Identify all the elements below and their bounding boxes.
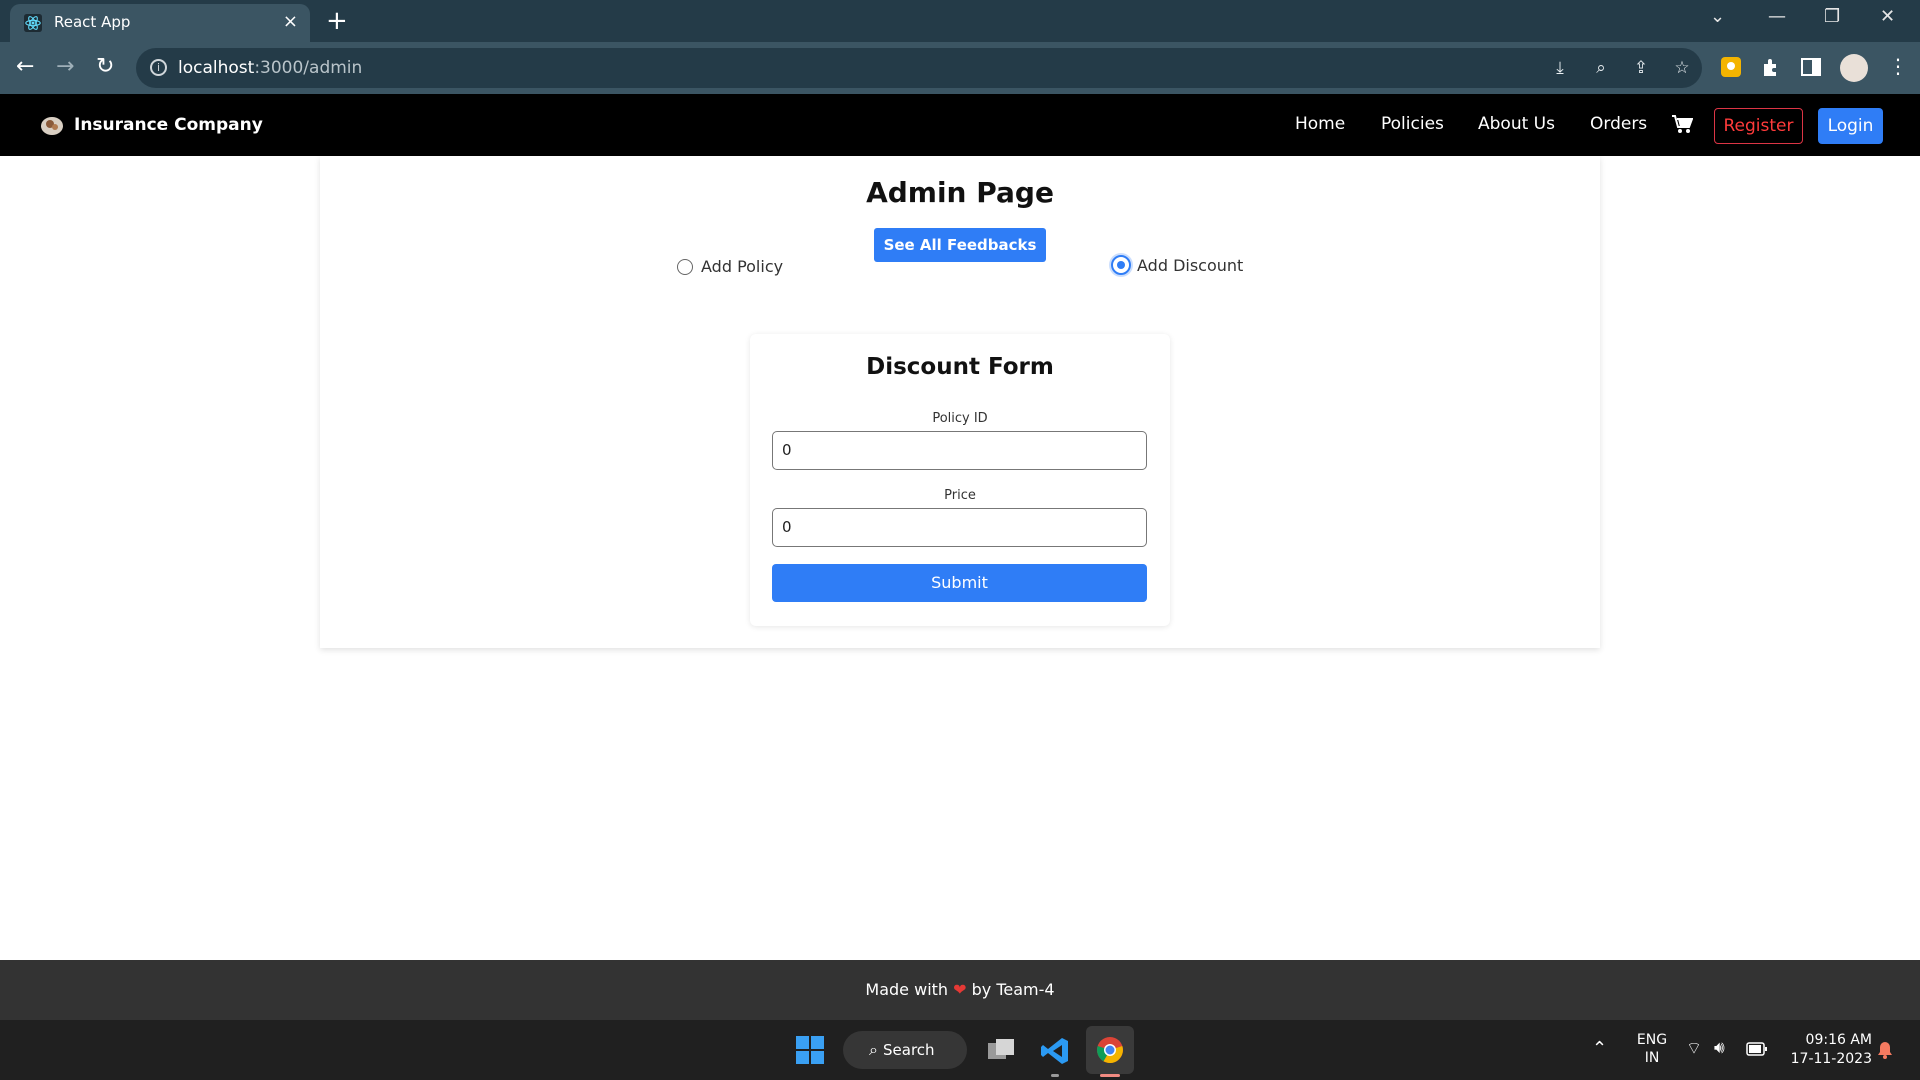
task-view-icon[interactable] — [986, 1037, 1016, 1063]
url-path: :3000/admin — [254, 58, 363, 78]
radio-add-discount-circle[interactable] — [1111, 255, 1131, 275]
clock[interactable]: 09:16 AM 17-11-2023 — [1780, 1031, 1872, 1069]
brand-logo-icon — [41, 117, 63, 135]
nav-orders[interactable]: Orders — [1590, 114, 1647, 134]
site-info-icon[interactable]: i — [150, 59, 167, 76]
share-icon[interactable]: ⇪ — [1631, 58, 1651, 78]
radio-add-discount[interactable]: Add Discount — [1111, 255, 1243, 275]
policy-id-input[interactable]: 0 — [772, 431, 1147, 470]
register-button[interactable]: Register — [1714, 108, 1803, 144]
browser-tab-bar: React App × + ⌄ — ❐ ✕ — [0, 0, 1920, 42]
nav-policies[interactable]: Policies — [1381, 114, 1444, 134]
url-text: localhost:3000/admin — [178, 58, 362, 78]
windows-start-icon[interactable] — [796, 1036, 824, 1064]
radio-add-policy-circle[interactable] — [677, 258, 693, 275]
side-panel-icon[interactable] — [1800, 56, 1822, 78]
os-taskbar: ⌕ Search ⌃ ENG IN ⌔ 🔊︎ 09:16 AM 17-11-20… — [0, 1020, 1920, 1080]
radio-add-policy-label: Add Policy — [701, 257, 784, 276]
window-close-icon[interactable]: ✕ — [1880, 6, 1895, 27]
new-tab-button[interactable]: + — [326, 6, 348, 36]
extensions-puzzle-icon[interactable] — [1760, 56, 1782, 78]
submit-button[interactable]: Submit — [772, 564, 1147, 602]
login-button[interactable]: Login — [1818, 108, 1883, 144]
footer: Made with ❤ by Team-4 — [0, 960, 1920, 1020]
zoom-icon[interactable]: ⌕ — [1591, 58, 1611, 78]
tab-search-icon[interactable]: ⌄ — [1710, 6, 1725, 27]
language-indicator[interactable]: ENG IN — [1634, 1031, 1670, 1067]
lang-top: ENG — [1636, 1032, 1668, 1048]
page-title: Admin Page — [866, 176, 1054, 209]
admin-card: Admin Page See All Feedbacks Add Policy … — [320, 156, 1600, 648]
install-icon[interactable]: ⤓ — [1550, 58, 1570, 78]
forward-icon[interactable]: → — [56, 54, 74, 79]
policy-id-label: Policy ID — [932, 411, 988, 426]
nav-home[interactable]: Home — [1295, 114, 1345, 134]
form-title: Discount Form — [866, 354, 1054, 380]
battery-icon[interactable] — [1746, 1042, 1768, 1056]
taskbar-search[interactable]: ⌕ Search — [843, 1031, 967, 1069]
clock-time: 09:16 AM — [1805, 1032, 1872, 1048]
wifi-icon[interactable]: ⌔ — [1686, 1038, 1702, 1059]
notification-bell-icon[interactable] — [1876, 1040, 1894, 1060]
see-all-feedbacks-button[interactable]: See All Feedbacks — [874, 228, 1046, 262]
browser-tab[interactable]: React App × — [10, 4, 310, 42]
chrome-active-indicator — [1100, 1074, 1120, 1077]
search-icon: ⌕ — [869, 1040, 878, 1059]
chrome-icon[interactable] — [1096, 1036, 1124, 1064]
url-host: localhost — [178, 58, 255, 78]
price-input[interactable]: 0 — [772, 508, 1147, 547]
extension-yellow-icon[interactable] — [1720, 56, 1742, 78]
bookmark-star-icon[interactable]: ☆ — [1672, 58, 1692, 78]
brand-name: Insurance Company — [74, 115, 263, 135]
heart-icon: ❤ — [953, 980, 967, 999]
restore-icon[interactable]: ❐ — [1824, 6, 1840, 27]
back-icon[interactable]: ← — [16, 54, 34, 79]
address-bar[interactable]: i localhost:3000/admin ⤓ ⌕ ⇪ ☆ — [136, 48, 1702, 88]
tab-title: React App — [54, 13, 131, 31]
radio-add-discount-label: Add Discount — [1137, 255, 1244, 275]
lang-bottom: IN — [1644, 1050, 1660, 1066]
volume-icon[interactable]: 🔊︎ — [1714, 1038, 1725, 1058]
vscode-running-indicator — [1051, 1074, 1059, 1077]
clock-date: 17-11-2023 — [1790, 1051, 1872, 1067]
tab-close-icon[interactable]: × — [283, 11, 298, 32]
react-favicon-icon — [24, 14, 42, 32]
browser-toolbar: ← → ↻ i localhost:3000/admin ⤓ ⌕ ⇪ ☆ ⋮ — [0, 42, 1920, 94]
footer-made-with: Made with — [865, 980, 949, 999]
brand[interactable]: Insurance Company — [40, 114, 263, 136]
reload-icon[interactable]: ↻ — [96, 54, 114, 79]
taskbar-search-label: Search — [883, 1041, 935, 1059]
app-navbar: Insurance Company Home Policies About Us… — [0, 94, 1920, 156]
discount-form: Discount Form Policy ID 0 Price 0 Submit — [750, 334, 1170, 626]
cart-icon[interactable] — [1671, 113, 1693, 135]
vscode-icon[interactable] — [1040, 1036, 1070, 1066]
nav-about-us[interactable]: About Us — [1478, 114, 1555, 134]
minimize-icon[interactable]: — — [1768, 6, 1786, 27]
footer-by: by Team-4 — [971, 980, 1055, 999]
browser-menu-icon[interactable]: ⋮ — [1888, 54, 1908, 78]
price-label: Price — [944, 488, 976, 503]
radio-add-policy[interactable]: Add Policy — [677, 257, 783, 276]
tray-chevron-icon[interactable]: ⌃ — [1592, 1038, 1607, 1059]
profile-avatar[interactable] — [1840, 54, 1868, 82]
